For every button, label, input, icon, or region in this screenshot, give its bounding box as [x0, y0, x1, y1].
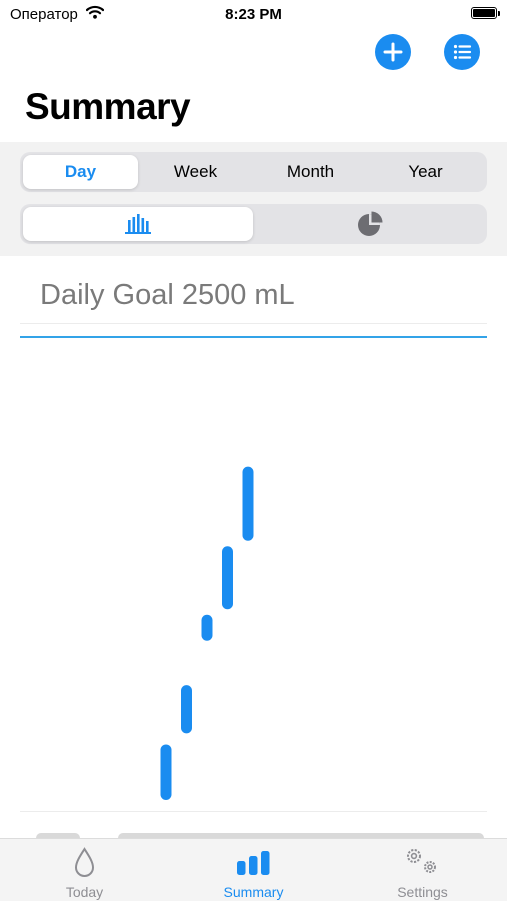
segment-month[interactable]: Month	[253, 155, 368, 189]
segment-bar-chart[interactable]	[23, 207, 253, 241]
chart-bar	[201, 614, 213, 641]
add-button[interactable]	[375, 34, 411, 70]
chart-bar	[160, 744, 172, 800]
tab-settings[interactable]: Settings	[338, 839, 507, 901]
segment-pie-chart[interactable]	[254, 207, 484, 241]
chart-bar	[181, 685, 192, 734]
bar-chart-icon	[125, 214, 151, 234]
divider	[20, 323, 487, 324]
list-button[interactable]	[444, 34, 480, 70]
goal-line	[20, 336, 487, 338]
gears-icon	[407, 849, 436, 873]
tab-settings-label: Settings	[397, 884, 448, 900]
tab-summary[interactable]: Summary	[169, 839, 338, 901]
pie-chart-icon	[358, 211, 383, 236]
segment-day[interactable]: Day	[23, 155, 138, 189]
segment-week[interactable]: Week	[138, 155, 253, 189]
segment-year[interactable]: Year	[368, 155, 483, 189]
chart-type-control	[20, 204, 487, 244]
clock: 8:23 PM	[225, 6, 282, 23]
daily-goal-label: Daily Goal 2500 mL	[40, 279, 295, 311]
period-control: Day Week Month Year	[20, 152, 487, 192]
list-icon	[453, 44, 472, 60]
chart-baseline	[20, 811, 487, 812]
intake-chart	[160, 466, 254, 800]
page-title: Summary	[25, 86, 191, 127]
chart-bar	[222, 546, 233, 610]
drop-icon	[74, 847, 95, 877]
tab-today[interactable]: Today	[0, 839, 169, 901]
plus-icon	[383, 42, 403, 62]
tab-summary-label: Summary	[223, 884, 284, 900]
chart-bar	[242, 466, 254, 541]
tab-today-label: Today	[65, 884, 104, 900]
tab-bar: Today Summary Settings	[0, 838, 507, 901]
battery-icon	[471, 7, 500, 19]
status-bar: Оператор 8:23 PM	[0, 0, 507, 30]
bar-chart-icon	[237, 851, 270, 875]
